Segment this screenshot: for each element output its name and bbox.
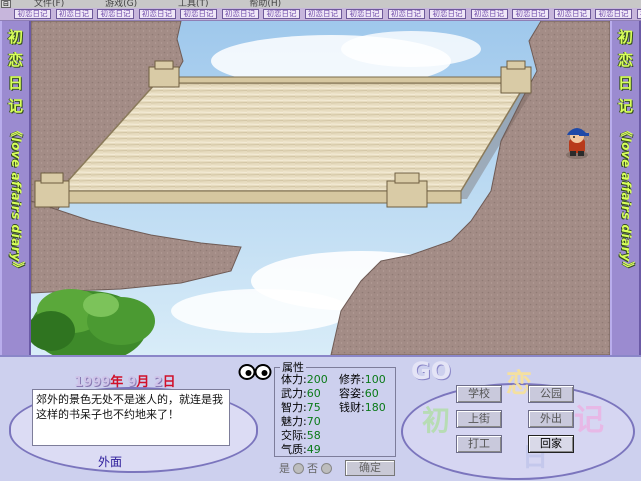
game-scene[interactable] bbox=[31, 21, 610, 355]
ribbon-tile: 初恋日记 bbox=[55, 9, 93, 19]
banner-char: 记 bbox=[617, 97, 633, 115]
banner-char: 初 bbox=[617, 28, 633, 46]
menu-tools[interactable]: 工具(T) bbox=[178, 0, 209, 8]
ribbon-tile: 初恋日记 bbox=[97, 9, 134, 19]
ribbon-tile: 初恋日记 bbox=[263, 9, 300, 19]
banner-char: 恋 bbox=[617, 51, 633, 69]
attr-stamina: 体力:200 bbox=[281, 373, 328, 386]
menu-bar: ⊟ 文件(F) 游戏(G) 工具(T) 帮助(H) bbox=[0, 0, 641, 8]
deco-char: 初 bbox=[422, 404, 451, 437]
system-menu-button[interactable]: ⊟ bbox=[1, 0, 11, 8]
banner-char: 恋 bbox=[7, 51, 23, 69]
location-label: 外面 bbox=[98, 455, 123, 469]
banner-subtitle: 《love affairs diary》 bbox=[9, 125, 23, 275]
ribbon-tile: 初恋日记 bbox=[553, 9, 591, 19]
work-button[interactable]: 打工 bbox=[456, 435, 502, 453]
ribbon-tile: 初恋日记 bbox=[429, 9, 466, 19]
attr-charm: 魅力:70 bbox=[281, 415, 321, 428]
status-panel: 1999年 9月 2日 郊外的景色无处不是迷人的，就连是我这样的书呆子也不约地来… bbox=[0, 355, 641, 481]
school-button[interactable]: 学校 bbox=[456, 385, 502, 403]
dialog-message: 郊外的景色无处不是迷人的，就连是我这样的书呆子也不约地来了！ bbox=[32, 389, 230, 446]
no-label: 否 bbox=[307, 462, 318, 475]
ribbon-tile: 初恋日记 bbox=[512, 9, 549, 19]
deco-char: 记 bbox=[574, 403, 604, 438]
ribbon-tile: 初恋日记 bbox=[636, 9, 641, 19]
street-button[interactable]: 上街 bbox=[456, 410, 502, 428]
right-side-banner: 初 恋 日 记 《love affairs diary》 bbox=[610, 21, 641, 355]
ribbon-tile: 初恋日记 bbox=[470, 9, 508, 19]
cloud bbox=[171, 289, 351, 333]
title-ribbon: 初恋日记 初恋日记 初恋日记 初恋日记 初恋日记 初恋日记 初恋日记 初恋日记 初恋日记 初恋日记… bbox=[0, 8, 641, 21]
ribbon-tile: 初恋日记 bbox=[180, 9, 217, 19]
ribbon-tile: 初恋日记 bbox=[138, 9, 176, 19]
banner-char: 日 bbox=[7, 74, 23, 92]
ribbon-tile: 初恋日记 bbox=[595, 9, 632, 19]
ribbon-tile: 初恋日记 bbox=[304, 9, 342, 19]
no-radio[interactable] bbox=[321, 462, 332, 474]
attr-intelligence: 智力:75 bbox=[281, 401, 321, 414]
yes-label: 是 bbox=[279, 462, 290, 475]
menu-game[interactable]: 游戏(G) bbox=[105, 0, 137, 8]
left-side-banner: 初 恋 日 记 《love affairs diary》 bbox=[0, 21, 31, 355]
attr-temperament: 气质:49 bbox=[281, 443, 321, 456]
cloud bbox=[341, 31, 481, 67]
yes-radio[interactable] bbox=[293, 462, 304, 474]
banner-char: 初 bbox=[7, 28, 23, 46]
ribbon-tile: 初恋日记 bbox=[387, 9, 425, 19]
banner-char: 日 bbox=[617, 74, 633, 92]
menu-help[interactable]: 帮助(H) bbox=[249, 0, 281, 8]
banner-char: 记 bbox=[7, 97, 23, 115]
go-out-button[interactable]: 外出 bbox=[528, 410, 574, 428]
home-button[interactable]: 回家 bbox=[528, 435, 574, 453]
deco-go-text: GO bbox=[411, 357, 452, 385]
banner-subtitle: 《love affairs diary》 bbox=[619, 125, 633, 275]
eyes-icon bbox=[238, 364, 272, 380]
ribbon-tile: 初恋日记 bbox=[221, 9, 259, 19]
attr-cultivation: 修养:100 bbox=[339, 373, 386, 386]
attr-appearance: 容姿:60 bbox=[339, 387, 379, 400]
attr-money: 钱财:180 bbox=[339, 401, 386, 414]
ribbon-tile: 初恋日记 bbox=[346, 9, 383, 19]
scene-illustration bbox=[31, 21, 610, 355]
ribbon-tile: 初恋日记 bbox=[14, 9, 51, 19]
confirm-row: 是 否 确定 bbox=[279, 460, 395, 476]
attr-social: 交际:58 bbox=[281, 429, 321, 442]
confirm-button[interactable]: 确定 bbox=[345, 460, 395, 476]
attr-force: 武力:60 bbox=[281, 387, 321, 400]
menu-file[interactable]: 文件(F) bbox=[34, 0, 64, 8]
park-button[interactable]: 公园 bbox=[528, 385, 574, 403]
menu-items: 文件(F) 游戏(G) 工具(T) 帮助(H) bbox=[34, 0, 281, 8]
